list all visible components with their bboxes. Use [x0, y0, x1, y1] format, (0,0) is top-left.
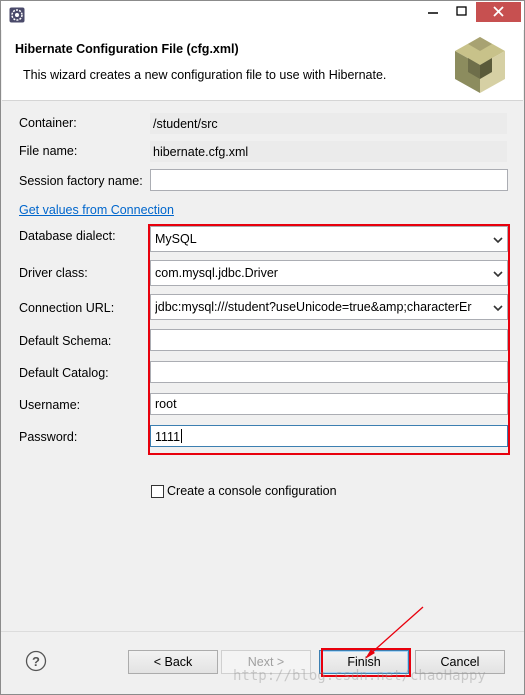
username-label: Username:	[19, 398, 81, 412]
password-label: Password:	[19, 430, 78, 444]
question-icon[interactable]: ?	[25, 650, 47, 672]
minimize-button[interactable]	[419, 2, 447, 22]
eclipse-icon	[9, 7, 25, 23]
container-label: Container:	[19, 116, 77, 130]
svg-text:?: ?	[32, 654, 40, 669]
wizard-window: Hibernate Configuration File (cfg.xml) T…	[0, 0, 525, 695]
close-button[interactable]	[476, 2, 521, 22]
highlight-annotation	[148, 224, 510, 455]
watermark: http://blog.csdn.net/chaoHappy	[233, 668, 486, 684]
back-button[interactable]: < Back	[128, 650, 218, 674]
maximize-button[interactable]	[448, 2, 475, 22]
title-bar[interactable]	[1, 1, 524, 30]
page-title: Hibernate Configuration File (cfg.xml)	[15, 42, 239, 56]
console-config-checkbox[interactable]	[151, 485, 164, 498]
console-config-label[interactable]: Create a console configuration	[167, 484, 337, 498]
container-field: /student/src	[150, 113, 507, 134]
url-label: Connection URL:	[19, 301, 115, 315]
close-icon	[493, 6, 504, 17]
wizard-form: Container: /student/src File name: hiber…	[1, 101, 524, 631]
wizard-header: Hibernate Configuration File (cfg.xml) T…	[2, 30, 523, 101]
session-factory-input[interactable]	[150, 169, 508, 191]
filename-field: hibernate.cfg.xml	[150, 141, 507, 162]
filename-label: File name:	[19, 144, 78, 158]
hibernate-logo-icon	[450, 33, 510, 99]
wizard-footer: ? < Back Next > Finish Cancel	[1, 631, 524, 694]
annotation-arrow-icon	[365, 606, 424, 659]
dialect-label: Database dialect:	[19, 229, 116, 243]
get-values-link[interactable]: Get values from Connection	[19, 203, 174, 217]
session-factory-label: Session factory name:	[19, 174, 143, 188]
page-description: This wizard creates a new configuration …	[23, 68, 387, 82]
catalog-label: Default Catalog:	[19, 366, 109, 380]
schema-label: Default Schema:	[19, 334, 112, 348]
driver-label: Driver class:	[19, 266, 88, 280]
